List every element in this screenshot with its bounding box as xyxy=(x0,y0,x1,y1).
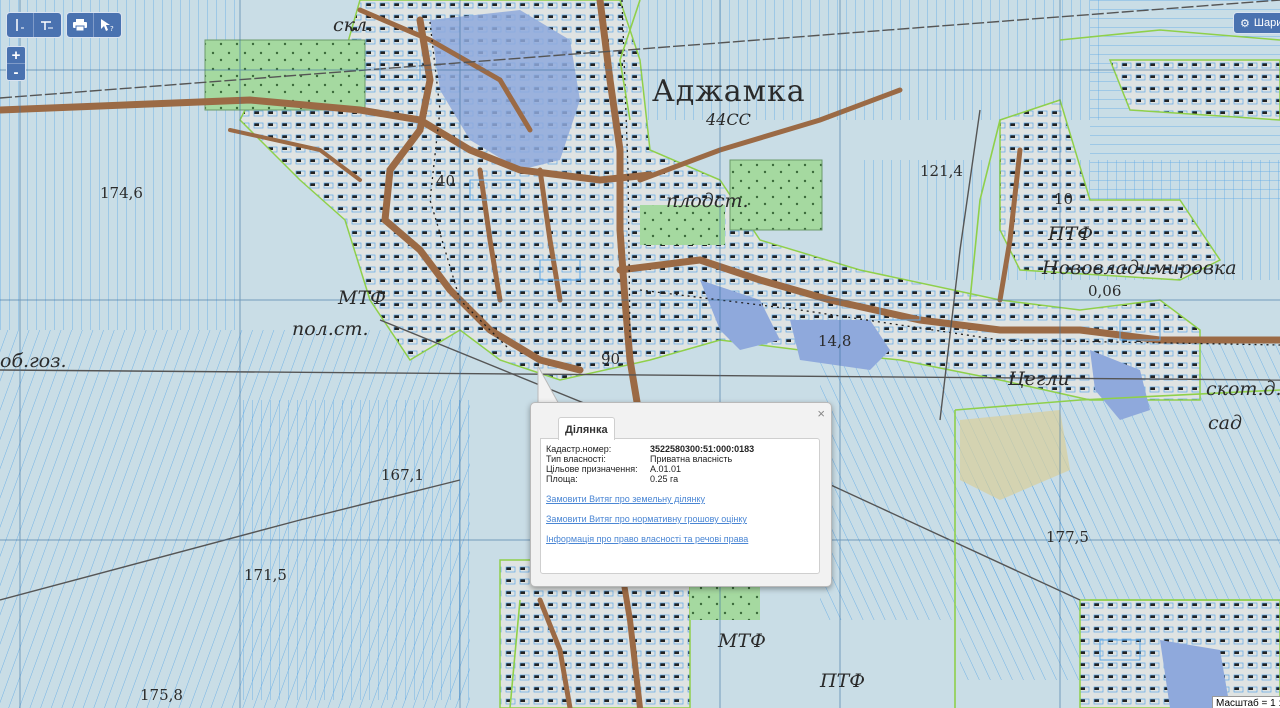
land-purpose: A.01.01 xyxy=(650,464,682,474)
info-row-ownership: Тип власності: Приватна власність xyxy=(546,454,819,464)
zoom-control: + - xyxy=(6,46,26,81)
gear-icon: ⚙ xyxy=(1240,17,1250,30)
svg-text:?: ? xyxy=(110,25,114,32)
zoom-in-button[interactable]: + xyxy=(7,47,25,64)
popup-links: Замовити Витяг про земельну ділянку Замо… xyxy=(546,494,819,544)
tools-toolbar: ? xyxy=(66,12,122,38)
ruler-area-icon[interactable] xyxy=(33,13,60,37)
order-parcel-extract-link[interactable]: Замовити Витяг про земельну ділянку xyxy=(546,494,819,504)
identify-cursor-icon[interactable]: ? xyxy=(93,13,120,37)
zoom-out-button[interactable]: - xyxy=(7,63,25,81)
close-icon[interactable]: × xyxy=(817,406,825,421)
ownership-info-link[interactable]: Інформація про право власності та речові… xyxy=(546,534,819,544)
info-key: Кадастр.номер: xyxy=(546,444,612,454)
cadastral-number: 3522580300:51:000:0183 xyxy=(650,444,755,454)
info-key: Цільове призначення: xyxy=(546,464,638,474)
scale-indicator: Масштаб = 1 : 1 xyxy=(1212,696,1280,708)
parcel-info-popup: × Ділянка Кадастр.номер: 3522580300:51:0… xyxy=(530,402,832,587)
map-base-layer xyxy=(0,0,1280,708)
info-key: Площа: xyxy=(546,474,578,484)
order-valuation-extract-link[interactable]: Замовити Витяг про нормативну грошову оц… xyxy=(546,514,819,524)
popup-content: Кадастр.номер: 3522580300:51:000:0183 Ти… xyxy=(540,438,820,574)
layers-button-label: Шари xyxy=(1253,17,1280,29)
ruler-line-icon[interactable] xyxy=(7,13,33,37)
cadastral-map[interactable]: Аджамка 44СС Нововладимировка 0,06 скл. … xyxy=(0,0,1280,708)
info-row-cadastral: Кадастр.номер: 3522580300:51:000:0183 xyxy=(546,444,819,454)
tab-parcel[interactable]: Ділянка xyxy=(558,417,615,440)
ownership-type: Приватна власність xyxy=(650,454,733,464)
measure-toolbar xyxy=(6,12,62,38)
info-row-area: Площа: 0.25 га xyxy=(546,474,819,484)
popup-pointer xyxy=(537,366,561,406)
info-row-purpose: Цільове призначення: A.01.01 xyxy=(546,464,819,474)
print-icon[interactable] xyxy=(67,13,93,37)
parcel-area: 0.25 га xyxy=(650,474,679,484)
layers-button[interactable]: ⚙ Шари xyxy=(1233,12,1280,34)
info-key: Тип власності: xyxy=(546,454,606,464)
